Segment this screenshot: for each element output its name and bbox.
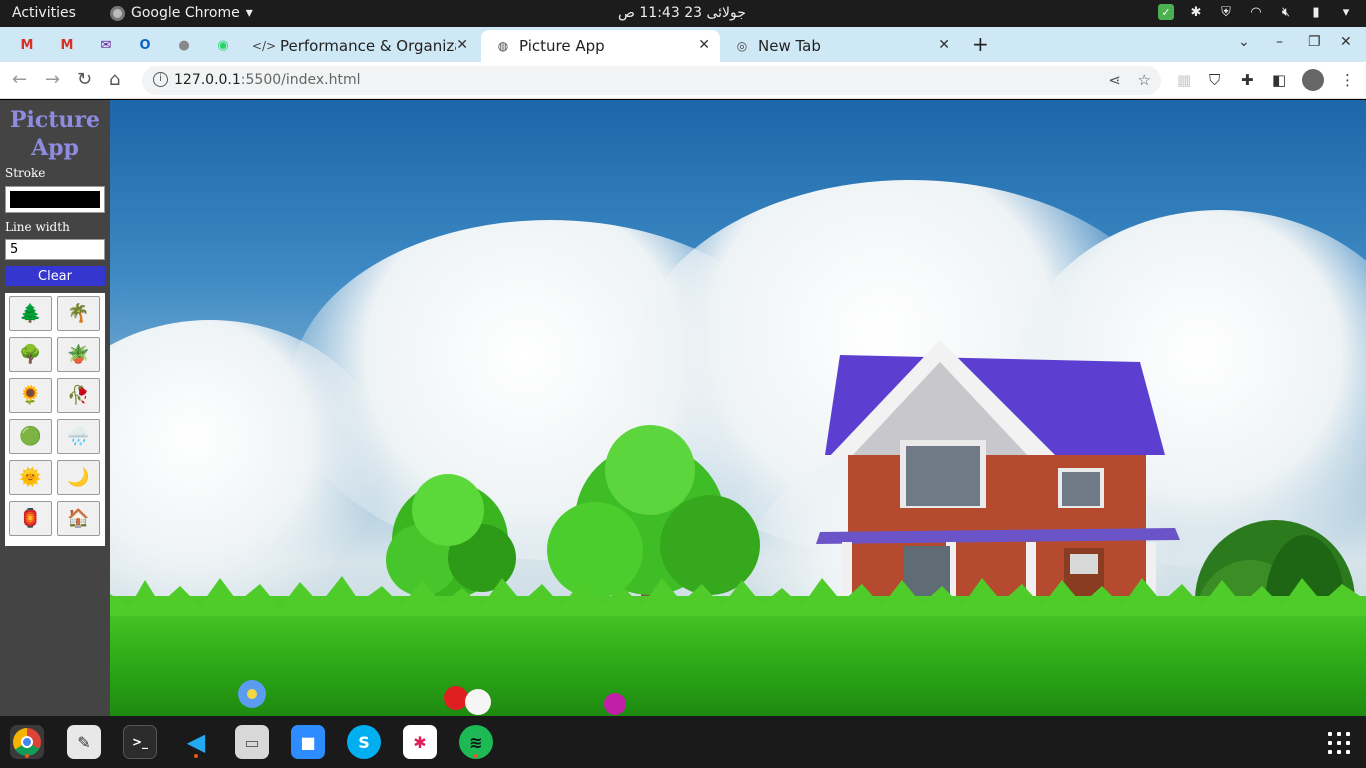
flowers-illustration: [238, 680, 626, 715]
terminal-dock-icon[interactable]: >_: [123, 725, 157, 759]
gmail-pinned-tab-2[interactable]: M: [54, 33, 80, 57]
home-icon[interactable]: ⌂: [109, 69, 120, 90]
page-title: Picture App: [9, 107, 101, 161]
minimize-icon[interactable]: –: [1276, 34, 1283, 50]
close-icon[interactable]: ✕: [938, 37, 950, 53]
reload-icon[interactable]: ↻: [77, 69, 92, 90]
vpn-shield-icon[interactable]: ⛉: [1209, 71, 1220, 89]
outlook-icon[interactable]: O: [132, 33, 158, 57]
browser-toolbar: ← → ↻ ⌂ i 127.0.0.1:5500/index.html ⋖ ☆ …: [0, 62, 1366, 99]
share-icon[interactable]: ⋖: [1108, 71, 1121, 89]
info-icon[interactable]: i: [153, 72, 168, 87]
whatsapp-icon[interactable]: ◉: [210, 33, 236, 57]
new-tab-button[interactable]: +: [972, 32, 989, 56]
volume-icon[interactable]: 🔇︎: [1278, 4, 1294, 20]
page-content: Picture App Stroke Line width Clear 🌲🌴🌳🪴…: [0, 100, 1366, 716]
globe-icon: ◍: [497, 39, 509, 53]
line-width-input[interactable]: [5, 239, 105, 260]
dock: ✎ >_ ◀ ▭ ■ S ✱ ≋: [0, 716, 1366, 768]
stamp-button[interactable]: 🥀: [57, 378, 100, 413]
security-icon[interactable]: ⛨: [1218, 4, 1234, 20]
mail-icon[interactable]: ✉: [93, 33, 119, 57]
tab-picture-app[interactable]: ◍ Picture App ✕: [481, 30, 720, 62]
skype-dock-icon[interactable]: S: [347, 725, 381, 759]
url-text[interactable]: 127.0.0.1:5500/index.html: [174, 72, 361, 88]
code-icon: </>: [251, 39, 277, 53]
apple-icon[interactable]: ●: [171, 33, 197, 57]
stamp-button[interactable]: 🏠: [57, 501, 100, 536]
restore-icon[interactable]: ❐: [1308, 34, 1321, 50]
app-menu[interactable]: Google Chrome ▾: [110, 5, 253, 21]
close-window-icon[interactable]: ✕: [1340, 34, 1352, 50]
app-menu-label: Google Chrome: [131, 5, 240, 21]
tool-sidebar: Picture App Stroke Line width Clear 🌲🌴🌳🪴…: [0, 100, 110, 716]
slack-dock-icon[interactable]: ✱: [403, 725, 437, 759]
line-width-label: Line width: [5, 220, 70, 234]
wifi-icon[interactable]: ◠: [1248, 4, 1264, 20]
spotify-dock-icon[interactable]: ≋: [459, 725, 493, 759]
drawing-canvas[interactable]: [110, 100, 1366, 716]
close-icon[interactable]: ✕: [698, 37, 710, 53]
running-indicator: [25, 754, 29, 758]
close-icon[interactable]: ✕: [456, 37, 468, 53]
text-editor-dock-icon[interactable]: ✎: [67, 725, 101, 759]
show-apps-icon[interactable]: [1328, 732, 1350, 754]
running-indicator: [474, 754, 478, 758]
star-icon[interactable]: ☆: [1138, 71, 1151, 89]
stamp-button[interactable]: 🌻: [9, 378, 52, 413]
puzzle-icon[interactable]: ✚: [1241, 71, 1254, 89]
tab-strip: M M ✉ O ● ◉ </> Performance & Organizat …: [0, 27, 1366, 62]
forward-icon[interactable]: →: [45, 69, 60, 90]
stamp-button[interactable]: 🌞: [9, 460, 52, 495]
stamp-button[interactable]: 🌲: [9, 296, 52, 331]
running-indicator: [194, 754, 198, 758]
back-icon[interactable]: ←: [12, 69, 27, 90]
chrome-dock-icon[interactable]: [10, 725, 44, 759]
extension-icon[interactable]: ▦: [1177, 71, 1191, 89]
chrome-icon: ◎: [736, 39, 748, 53]
system-top-bar: Activities Google Chrome ▾ جولائی 23 11:…: [0, 0, 1366, 27]
stamp-button[interactable]: 🏮: [9, 501, 52, 536]
tab-search-icon[interactable]: ⌄: [1238, 34, 1250, 50]
system-tray[interactable]: ✓ ✱ ⛨ ◠ 🔇︎ ▮ ▾: [1158, 4, 1354, 20]
zoom-dock-icon[interactable]: ■: [291, 725, 325, 759]
stroke-label: Stroke: [5, 166, 46, 180]
stamp-palette: 🌲 🌴 🌳 🪴 🌻 🥀 🟢 🌧️ 🌞 🌙 🏮 🏠: [5, 293, 105, 546]
side-panel-icon[interactable]: ◧: [1272, 71, 1286, 89]
stamp-button[interactable]: 🪴: [57, 337, 100, 372]
caret-down-icon: ▾: [245, 5, 253, 21]
stamp-button[interactable]: 🌧️: [57, 419, 100, 454]
gmail-pinned-tab[interactable]: M: [14, 33, 40, 57]
kebab-menu-icon[interactable]: ⋮: [1340, 71, 1355, 89]
clock[interactable]: جولائی 23 11:43 ص: [618, 5, 746, 21]
tab-performance[interactable]: </> Performance & Organizat ✕: [242, 30, 478, 62]
stamp-button[interactable]: 🌳: [9, 337, 52, 372]
tab-new-tab[interactable]: ◎ New Tab ✕: [720, 30, 960, 62]
chrome-icon: [110, 5, 125, 21]
avatar[interactable]: [1302, 69, 1324, 91]
files-dock-icon[interactable]: ▭: [235, 725, 269, 759]
stamp-button[interactable]: 🌴: [57, 296, 100, 331]
stroke-color-swatch: [10, 191, 100, 208]
vscode-dock-icon[interactable]: ◀: [179, 725, 213, 759]
stroke-color-input[interactable]: [5, 186, 105, 213]
shield-check-icon[interactable]: ✓: [1158, 4, 1174, 20]
stamp-button[interactable]: 🟢: [9, 419, 52, 454]
battery-icon[interactable]: ▮: [1308, 4, 1324, 20]
slack-tray-icon[interactable]: ✱: [1188, 4, 1204, 20]
clear-button[interactable]: Clear: [5, 266, 105, 286]
chevron-down-icon[interactable]: ▾: [1338, 4, 1354, 20]
activities-button[interactable]: Activities: [12, 5, 76, 21]
stamp-button[interactable]: 🌙: [57, 460, 100, 495]
address-bar[interactable]: i 127.0.0.1:5500/index.html ⋖ ☆: [142, 66, 1161, 95]
